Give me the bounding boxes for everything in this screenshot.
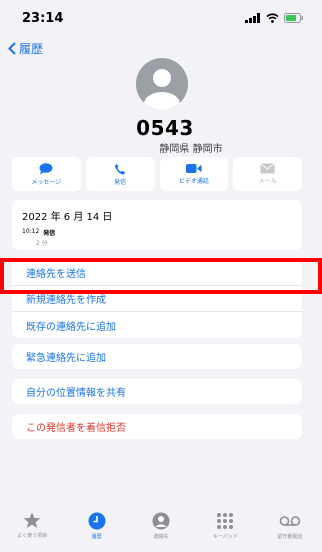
status-bar: 23:14 bbox=[0, 0, 322, 36]
action-bar: メッセージ 発信 ビデオ通話 メール bbox=[12, 157, 302, 191]
message-button[interactable]: メッセージ bbox=[12, 157, 81, 191]
chevron-left-icon bbox=[8, 42, 16, 55]
add-emergency-contact-button[interactable]: 緊急連絡先に追加 bbox=[12, 344, 302, 369]
mail-button[interactable]: メール bbox=[233, 157, 302, 191]
avatar bbox=[136, 58, 188, 110]
history-time: 10:12 bbox=[22, 228, 40, 235]
back-label: 履歴 bbox=[19, 42, 44, 56]
contact-menu: 連絡先を送信 新規連絡先を作成 既存の連絡先に追加 bbox=[12, 260, 302, 338]
tab-recents-label: 履歴 bbox=[91, 534, 102, 540]
tab-voicemail[interactable]: 留守番電話 bbox=[260, 512, 320, 540]
video-icon bbox=[185, 164, 202, 173]
wifi-icon bbox=[266, 13, 279, 23]
new-contact-button[interactable]: 新規連絡先を作成 bbox=[12, 286, 302, 312]
history-direction: 発信 bbox=[43, 230, 56, 237]
send-contact-button[interactable]: 連絡先を送信 bbox=[12, 260, 302, 286]
call-button[interactable]: 発信 bbox=[85, 157, 155, 191]
mail-icon bbox=[260, 163, 275, 174]
message-icon bbox=[39, 162, 53, 174]
back-button[interactable]: 履歴 bbox=[8, 40, 43, 57]
tab-recents[interactable]: 履歴 bbox=[67, 512, 127, 540]
share-location-button[interactable]: 自分の位置情報を共有 bbox=[12, 379, 302, 404]
keypad-icon bbox=[217, 513, 234, 529]
contact-icon bbox=[152, 512, 170, 530]
tab-contacts[interactable]: 連絡先 bbox=[131, 512, 191, 540]
history-duration: 2 分 bbox=[36, 240, 48, 247]
video-call-label: ビデオ通話 bbox=[178, 178, 209, 185]
block-caller-button[interactable]: この発信者を着信拒否 bbox=[12, 414, 302, 439]
call-history-card: 2022 年 6 月 14 日 10:12 発信 2 分 bbox=[12, 200, 302, 250]
signal-icon bbox=[245, 13, 260, 23]
status-icons bbox=[245, 13, 304, 23]
person-silhouette-icon bbox=[144, 69, 180, 110]
mail-label: メール bbox=[258, 178, 277, 185]
star-icon bbox=[23, 512, 41, 528]
tab-voicemail-label: 留守番電話 bbox=[277, 534, 303, 540]
tab-favorites-label: よく使う項目 bbox=[17, 533, 48, 539]
history-entry: 10:12 発信 bbox=[22, 228, 292, 237]
status-time: 23:14 bbox=[22, 10, 64, 26]
battery-icon bbox=[284, 13, 303, 23]
tab-bar: よく使う項目 履歴 連絡先 キーパッド 留守番電話 bbox=[0, 500, 322, 552]
add-existing-contact-button[interactable]: 既存の連絡先に追加 bbox=[12, 312, 302, 338]
tab-keypad[interactable]: キーパッド bbox=[195, 512, 255, 540]
voicemail-icon bbox=[279, 516, 301, 526]
history-date: 2022 年 6 月 14 日 bbox=[22, 212, 113, 223]
tab-contacts-label: 連絡先 bbox=[153, 534, 169, 540]
contact-number: 0543 bbox=[136, 116, 194, 140]
call-label: 発信 bbox=[114, 178, 127, 186]
tab-keypad-label: キーパッド bbox=[212, 534, 238, 540]
phone-icon bbox=[114, 163, 126, 174]
contact-location: 静岡県 静岡市 bbox=[159, 144, 223, 155]
video-call-button[interactable]: ビデオ通話 bbox=[159, 157, 229, 191]
tab-favorites[interactable]: よく使う項目 bbox=[2, 512, 62, 539]
message-label: メッセージ bbox=[31, 178, 62, 186]
clock-icon bbox=[88, 512, 106, 530]
